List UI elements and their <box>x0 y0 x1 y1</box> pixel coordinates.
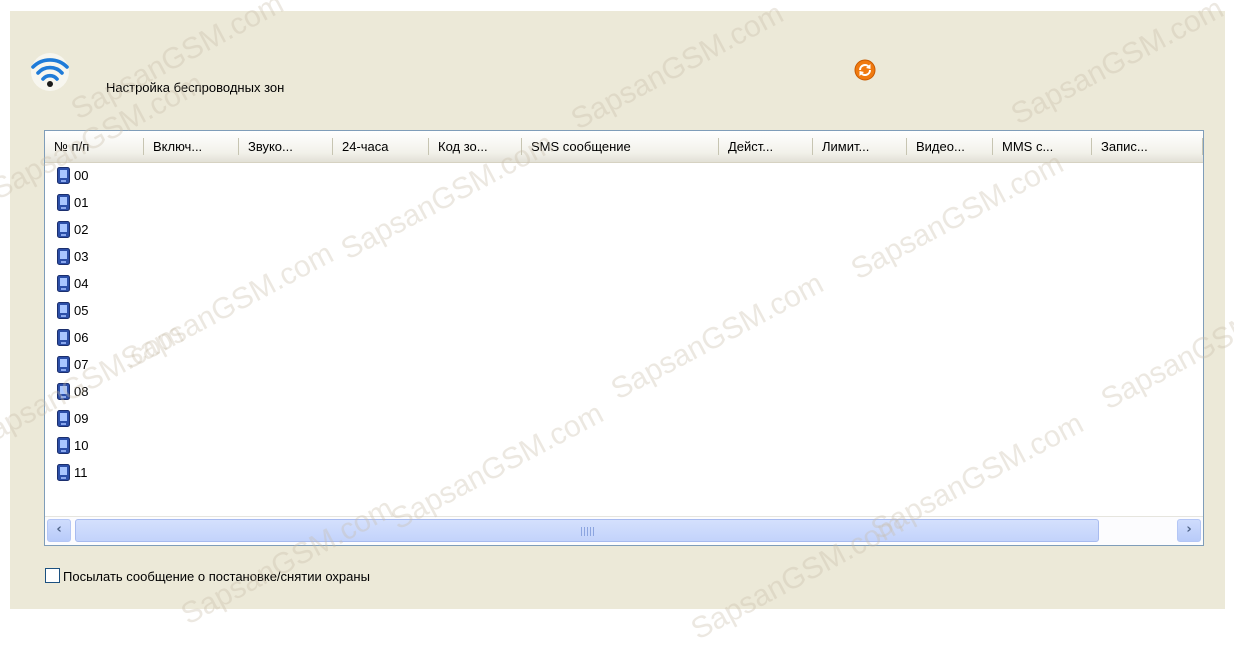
table-row[interactable]: 11 <box>45 460 1203 487</box>
zones-table[interactable]: № п/п Включ... Звуко... 24-часа Код зо..… <box>44 130 1204 546</box>
send-message-checkbox[interactable] <box>45 568 60 583</box>
table-row[interactable]: 01 <box>45 190 1203 217</box>
zone-device-icon <box>57 194 70 212</box>
column-header-mms[interactable]: MMS с... <box>993 131 1092 162</box>
column-header-sms-message[interactable]: SMS сообщение <box>522 131 719 162</box>
row-number: 02 <box>74 222 89 237</box>
row-number: 11 <box>74 465 88 480</box>
refresh-icon[interactable] <box>853 58 877 82</box>
column-header-limit[interactable]: Лимит... <box>813 131 907 162</box>
grip-icon <box>581 527 594 536</box>
row-number: 04 <box>74 276 89 291</box>
zone-device-icon <box>57 356 70 374</box>
column-header-number[interactable]: № п/п <box>45 131 144 162</box>
zone-device-icon <box>57 275 70 293</box>
column-header-record[interactable]: Запис... <box>1092 131 1203 162</box>
column-header-sound[interactable]: Звуко... <box>239 131 333 162</box>
zone-device-icon <box>57 410 70 428</box>
row-number: 06 <box>74 330 89 345</box>
arrow-right-icon: › <box>1186 522 1192 537</box>
scroll-right-button[interactable]: › <box>1177 519 1201 542</box>
table-header: № п/п Включ... Звуко... 24-часа Код зо..… <box>45 131 1203 163</box>
column-header-zone-code[interactable]: Код зо... <box>429 131 522 162</box>
send-message-option[interactable]: Посылать сообщение о постановке/снятии о… <box>45 568 370 586</box>
page-title: Настройка беспроводных зон <box>106 80 285 95</box>
table-row[interactable]: 02 <box>45 217 1203 244</box>
column-header-24h[interactable]: 24-часа <box>333 131 429 162</box>
row-number: 07 <box>74 357 89 372</box>
scrollbar-thumb[interactable] <box>75 519 1099 542</box>
table-row[interactable]: 07 <box>45 352 1203 379</box>
column-header-video[interactable]: Видео... <box>907 131 993 162</box>
zone-device-icon <box>57 248 70 266</box>
table-row[interactable]: 04 <box>45 271 1203 298</box>
table-row[interactable]: 09 <box>45 406 1203 433</box>
table-row[interactable]: 10 <box>45 433 1203 460</box>
arrow-left-icon: ‹ <box>56 522 62 537</box>
scroll-left-button[interactable]: ‹ <box>47 519 71 542</box>
zone-device-icon <box>57 167 70 185</box>
column-header-action[interactable]: Дейст... <box>719 131 813 162</box>
table-row[interactable]: 08 <box>45 379 1203 406</box>
row-number: 01 <box>74 195 89 210</box>
zone-device-icon <box>57 437 70 455</box>
zone-device-icon <box>57 383 70 401</box>
zone-device-icon <box>57 221 70 239</box>
table-row[interactable]: 05 <box>45 298 1203 325</box>
row-number: 03 <box>74 249 89 264</box>
horizontal-scrollbar[interactable]: ‹ › <box>45 516 1203 545</box>
table-row[interactable]: 06 <box>45 325 1203 352</box>
row-number: 08 <box>74 384 89 399</box>
zone-device-icon <box>57 329 70 347</box>
send-message-label: Посылать сообщение о постановке/снятии о… <box>63 569 370 584</box>
table-body: 00 01 02 03 04 05 06 07 08 09 10 11 <box>45 163 1203 487</box>
table-row[interactable]: 03 <box>45 244 1203 271</box>
table-row[interactable]: 00 <box>45 163 1203 190</box>
wireless-icon <box>28 50 72 94</box>
zone-device-icon <box>57 302 70 320</box>
row-number: 00 <box>74 168 89 183</box>
column-header-enabled[interactable]: Включ... <box>144 131 239 162</box>
zone-device-icon <box>57 464 70 482</box>
row-number: 05 <box>74 303 89 318</box>
row-number: 09 <box>74 411 89 426</box>
row-number: 10 <box>74 438 89 453</box>
